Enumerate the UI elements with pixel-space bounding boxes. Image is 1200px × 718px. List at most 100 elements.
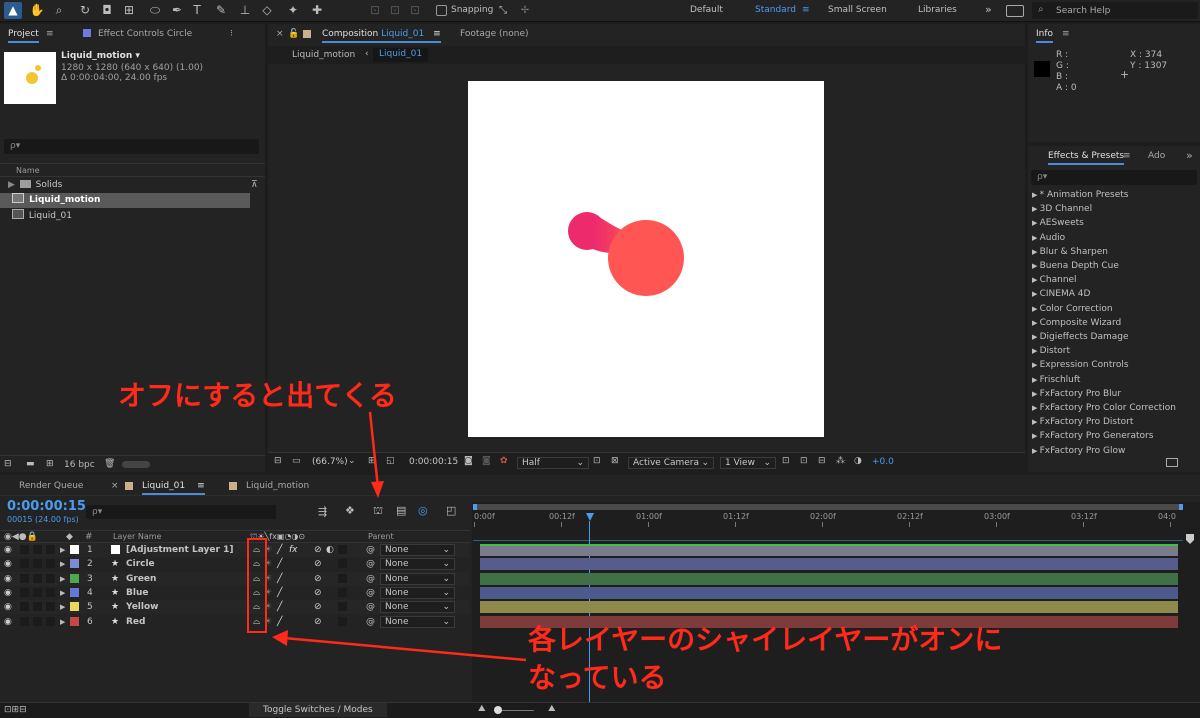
toggle-pixel-aspect-icon[interactable]: ⊡ (782, 456, 790, 466)
eye-icon[interactable]: ◉ (4, 586, 12, 600)
camera-tool-icon[interactable]: ◘ (98, 2, 116, 19)
expand-triangle-icon[interactable]: ▶ (1032, 276, 1040, 284)
layer-label-color[interactable] (70, 587, 79, 597)
flowchart-icon[interactable]: ⁂ (836, 456, 845, 466)
quality-switch-icon[interactable]: ╱ (277, 586, 282, 600)
solo-toggle[interactable] (33, 587, 42, 597)
expand-triangle-icon[interactable]: ▶ (1032, 432, 1040, 440)
expand-triangle-icon[interactable]: ▶ (1032, 290, 1040, 298)
effects-category-item[interactable]: ▶ Channel (1032, 275, 1077, 285)
graph-editor-icon[interactable]: ◰ (446, 504, 456, 517)
current-time[interactable]: 0:00:00:15 (409, 457, 458, 467)
tab-ado[interactable]: Ado (1148, 151, 1165, 161)
tab-project[interactable]: Project (8, 29, 39, 43)
layer-label-color[interactable] (70, 545, 79, 554)
effects-category-item[interactable]: ▶ Audio (1032, 233, 1065, 243)
effects-category-item[interactable]: ▶ FxFactory Pro Blur (1032, 389, 1121, 399)
3d-layer-toggle[interactable] (338, 545, 347, 554)
timeline-menu-icon[interactable]: ≡ (197, 481, 205, 491)
close-tab-icon[interactable]: × (276, 29, 284, 39)
exposure-icon[interactable]: ◑ (854, 456, 862, 466)
expand-triangle-icon[interactable]: ▶ (1032, 404, 1040, 412)
panel-more-icon[interactable]: » (1186, 149, 1193, 162)
quality-switch-icon[interactable]: ╱ (277, 557, 282, 571)
eye-icon[interactable]: ◉ (4, 615, 12, 629)
project-row-liquid-motion[interactable]: Liquid_motion (0, 193, 250, 208)
layer-duration-bar[interactable] (480, 544, 1178, 556)
time-ruler[interactable] (473, 527, 1183, 541)
frame-blending-icon[interactable]: ▤ (396, 504, 406, 517)
quality-switch-icon[interactable]: ╱ (277, 572, 282, 586)
layer-label-color[interactable] (70, 616, 79, 626)
rotate-tool-icon[interactable]: ↻ (76, 2, 94, 19)
3d-layer-toggle[interactable] (338, 602, 347, 612)
effects-category-item[interactable]: ▶ FxFactory Pro Color Correction (1032, 403, 1176, 413)
folder-expand-icon[interactable]: ▶ (8, 180, 15, 190)
eye-icon[interactable]: ◉ (4, 557, 12, 571)
footer-toggle-icons[interactable]: ⊡⊞⊟ (4, 705, 27, 715)
layer-row[interactable]: ◉ ▶ 6 ★ Red ⌓ ☀ ╱ ⊘ @ None ⌄ (0, 614, 470, 629)
expand-triangle-icon[interactable]: ▶ (1032, 361, 1040, 369)
pick-whip-icon[interactable]: @ (366, 557, 375, 571)
expand-triangle-icon[interactable]: ▶ (1032, 319, 1040, 327)
camera-dropdown[interactable]: Active Camera ⌄ (628, 457, 714, 469)
project-row-solids[interactable]: ▶ Solids ⊼ (0, 178, 265, 193)
toggle-switches-modes-button[interactable]: Toggle Switches / Modes (249, 703, 387, 717)
transparency-grid-icon[interactable]: ⊠ (611, 456, 619, 466)
3d-layer-toggle[interactable] (338, 616, 347, 626)
layer-name-column-label[interactable]: Layer Name (113, 532, 161, 541)
roto-brush-tool-icon[interactable]: ✦ (284, 2, 302, 19)
draft-3d-icon[interactable]: ❖ (345, 504, 355, 517)
pen-tool-icon[interactable]: ✒ (168, 2, 186, 19)
zoom-slider-thumb[interactable] (494, 706, 502, 714)
axis-local-icon[interactable]: ⊡ (366, 2, 384, 19)
lock-toggle[interactable] (46, 559, 55, 569)
workspace-libraries[interactable]: Libraries (918, 5, 957, 15)
effects-category-item[interactable]: ▶ FxFactory Pro Glow (1032, 446, 1125, 456)
lock-toggle[interactable] (46, 616, 55, 626)
effects-category-item[interactable]: ▶ Digieffects Damage (1032, 332, 1129, 342)
effects-switch-icon[interactable]: fx (289, 543, 298, 557)
panel-overflow-icon[interactable]: ⁝ (230, 29, 233, 39)
audio-toggle[interactable] (20, 602, 29, 612)
effects-category-item[interactable]: ▶ Composite Wizard (1032, 318, 1121, 328)
layer-row[interactable]: ◉ ▶ 4 ★ Blue ⌓ ☀ ╱ ⊘ @ None ⌄ (0, 585, 470, 600)
region-of-interest-icon[interactable]: ⊡ (593, 456, 601, 466)
solo-toggle[interactable] (33, 602, 42, 612)
effects-category-item[interactable]: ▶ Buena Depth Cue (1032, 261, 1119, 271)
layer-duration-bar[interactable] (480, 572, 1178, 585)
motion-blur-switch-icon[interactable]: ⊘ (314, 586, 322, 600)
zoom-dropdown[interactable]: (66.7%) (312, 457, 348, 467)
project-item-name[interactable]: Liquid_motion ▾ (61, 51, 140, 61)
expand-triangle-icon[interactable]: ▶ (60, 557, 65, 571)
effects-search-input[interactable]: ρ▾ (1031, 170, 1197, 185)
quality-switch-icon[interactable]: ╱ (277, 543, 282, 557)
timeline-search-input[interactable]: ρ▾ (86, 505, 276, 519)
expand-triangle-icon[interactable]: ▶ (60, 600, 65, 614)
effects-category-item[interactable]: ▶ FxFactory Pro Generators (1032, 431, 1153, 441)
resolution-dropdown[interactable]: Half ⌄ (517, 457, 589, 469)
layer-name[interactable]: Yellow (126, 600, 158, 614)
axis-world-icon[interactable]: ⊡ (386, 2, 404, 19)
expand-triangle-icon[interactable]: ▶ (1032, 248, 1040, 256)
timeline-timecode[interactable]: 0:00:00:15 (7, 499, 86, 514)
lock-toggle[interactable] (46, 587, 55, 597)
parent-dropdown[interactable]: None ⌄ (380, 544, 455, 556)
exposure-value[interactable]: +0.0 (872, 457, 894, 467)
parent-column-label[interactable]: Parent (368, 532, 394, 541)
column-name-label[interactable]: Name (16, 166, 40, 175)
ellipse-tool-icon[interactable]: ⬭ (146, 2, 164, 19)
expand-triangle-icon[interactable]: ▶ (1032, 305, 1040, 313)
expand-triangle-icon[interactable]: ▶ (1032, 418, 1040, 426)
workspace-menu-icon[interactable]: ≡ (802, 5, 810, 15)
motion-blur-icon[interactable]: ◎ (418, 504, 428, 517)
zoom-in-icon[interactable]: ⛰ (548, 704, 556, 714)
comp-menu-icon[interactable]: ≡ (433, 29, 441, 39)
trash-icon[interactable]: 🗑 (104, 459, 115, 469)
expand-triangle-icon[interactable]: ▶ (1032, 390, 1040, 398)
zoom-out-icon[interactable]: ⛰ (478, 704, 486, 714)
new-comp-icon[interactable]: ⊞ (46, 459, 54, 469)
motion-blur-switch-icon[interactable]: ⊘ (314, 600, 322, 614)
expand-triangle-icon[interactable]: ▶ (1032, 205, 1040, 213)
lock-icon[interactable]: 🔓 (288, 29, 299, 39)
